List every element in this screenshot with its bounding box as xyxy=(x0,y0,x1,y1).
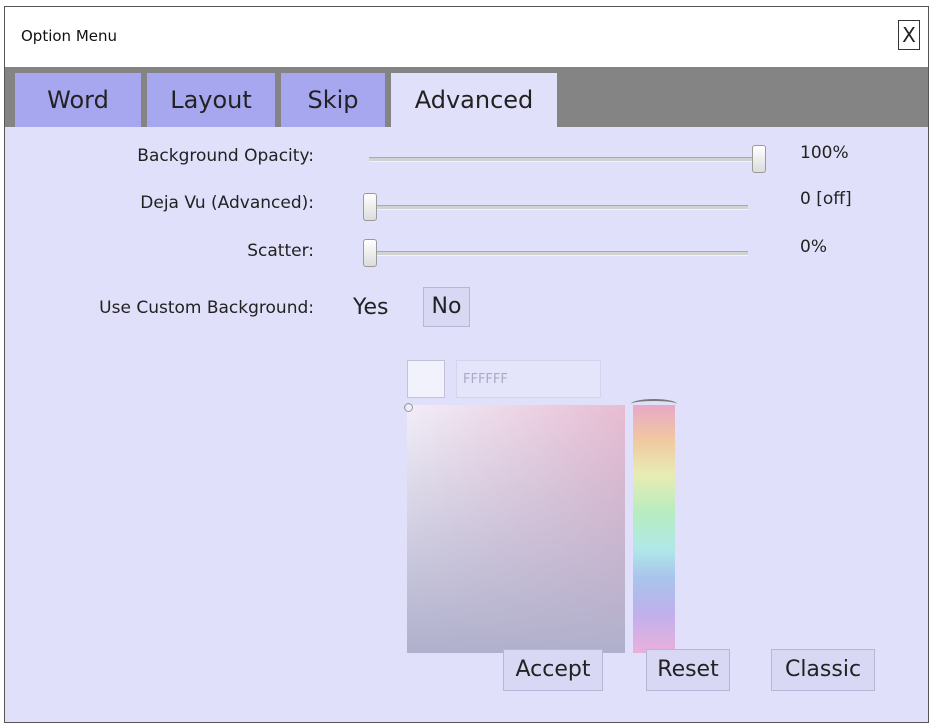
deja-vu-value: 0 [off] xyxy=(800,189,852,209)
slider-thumb[interactable] xyxy=(363,193,377,221)
tab-bar: Word Layout Skip Advanced xyxy=(5,67,928,127)
hex-color-input[interactable] xyxy=(456,360,601,398)
background-opacity-value: 100% xyxy=(800,143,849,163)
color-swatch xyxy=(407,360,445,398)
deja-vu-slider[interactable] xyxy=(363,193,748,221)
slider-thumb[interactable] xyxy=(752,145,766,173)
slider-track xyxy=(369,157,759,162)
saturation-value-picker[interactable] xyxy=(407,405,625,653)
hue-slider[interactable] xyxy=(633,405,675,653)
slider-track xyxy=(370,251,748,256)
tab-skip[interactable]: Skip xyxy=(281,73,385,127)
scatter-slider[interactable] xyxy=(363,239,748,267)
classic-button[interactable]: Classic xyxy=(771,649,875,691)
advanced-panel: Background Opacity: 100% Deja Vu (Advanc… xyxy=(5,127,928,722)
custom-background-no-button[interactable]: No xyxy=(423,287,470,327)
hue-slider-handle[interactable] xyxy=(631,399,677,409)
custom-background-label: Use Custom Background: xyxy=(99,298,314,318)
tab-layout[interactable]: Layout xyxy=(147,73,275,127)
reset-button[interactable]: Reset xyxy=(646,649,730,691)
background-opacity-slider[interactable] xyxy=(369,145,766,173)
custom-background-yes[interactable]: Yes xyxy=(353,295,389,320)
option-menu-window: Option Menu X Word Layout Skip Advanced … xyxy=(4,6,929,723)
close-button[interactable]: X xyxy=(898,20,920,50)
tab-word[interactable]: Word xyxy=(15,73,141,127)
slider-thumb[interactable] xyxy=(363,239,377,267)
accept-button[interactable]: Accept xyxy=(503,649,603,691)
window-title: Option Menu xyxy=(21,27,118,45)
slider-track xyxy=(370,205,748,210)
title-bar: Option Menu X xyxy=(5,7,928,67)
scatter-value: 0% xyxy=(800,237,827,257)
background-opacity-label: Background Opacity: xyxy=(137,146,314,166)
tab-advanced[interactable]: Advanced xyxy=(391,73,557,127)
scatter-label: Scatter: xyxy=(247,241,314,261)
color-picker-handle[interactable] xyxy=(404,403,413,412)
deja-vu-label: Deja Vu (Advanced): xyxy=(140,193,314,213)
